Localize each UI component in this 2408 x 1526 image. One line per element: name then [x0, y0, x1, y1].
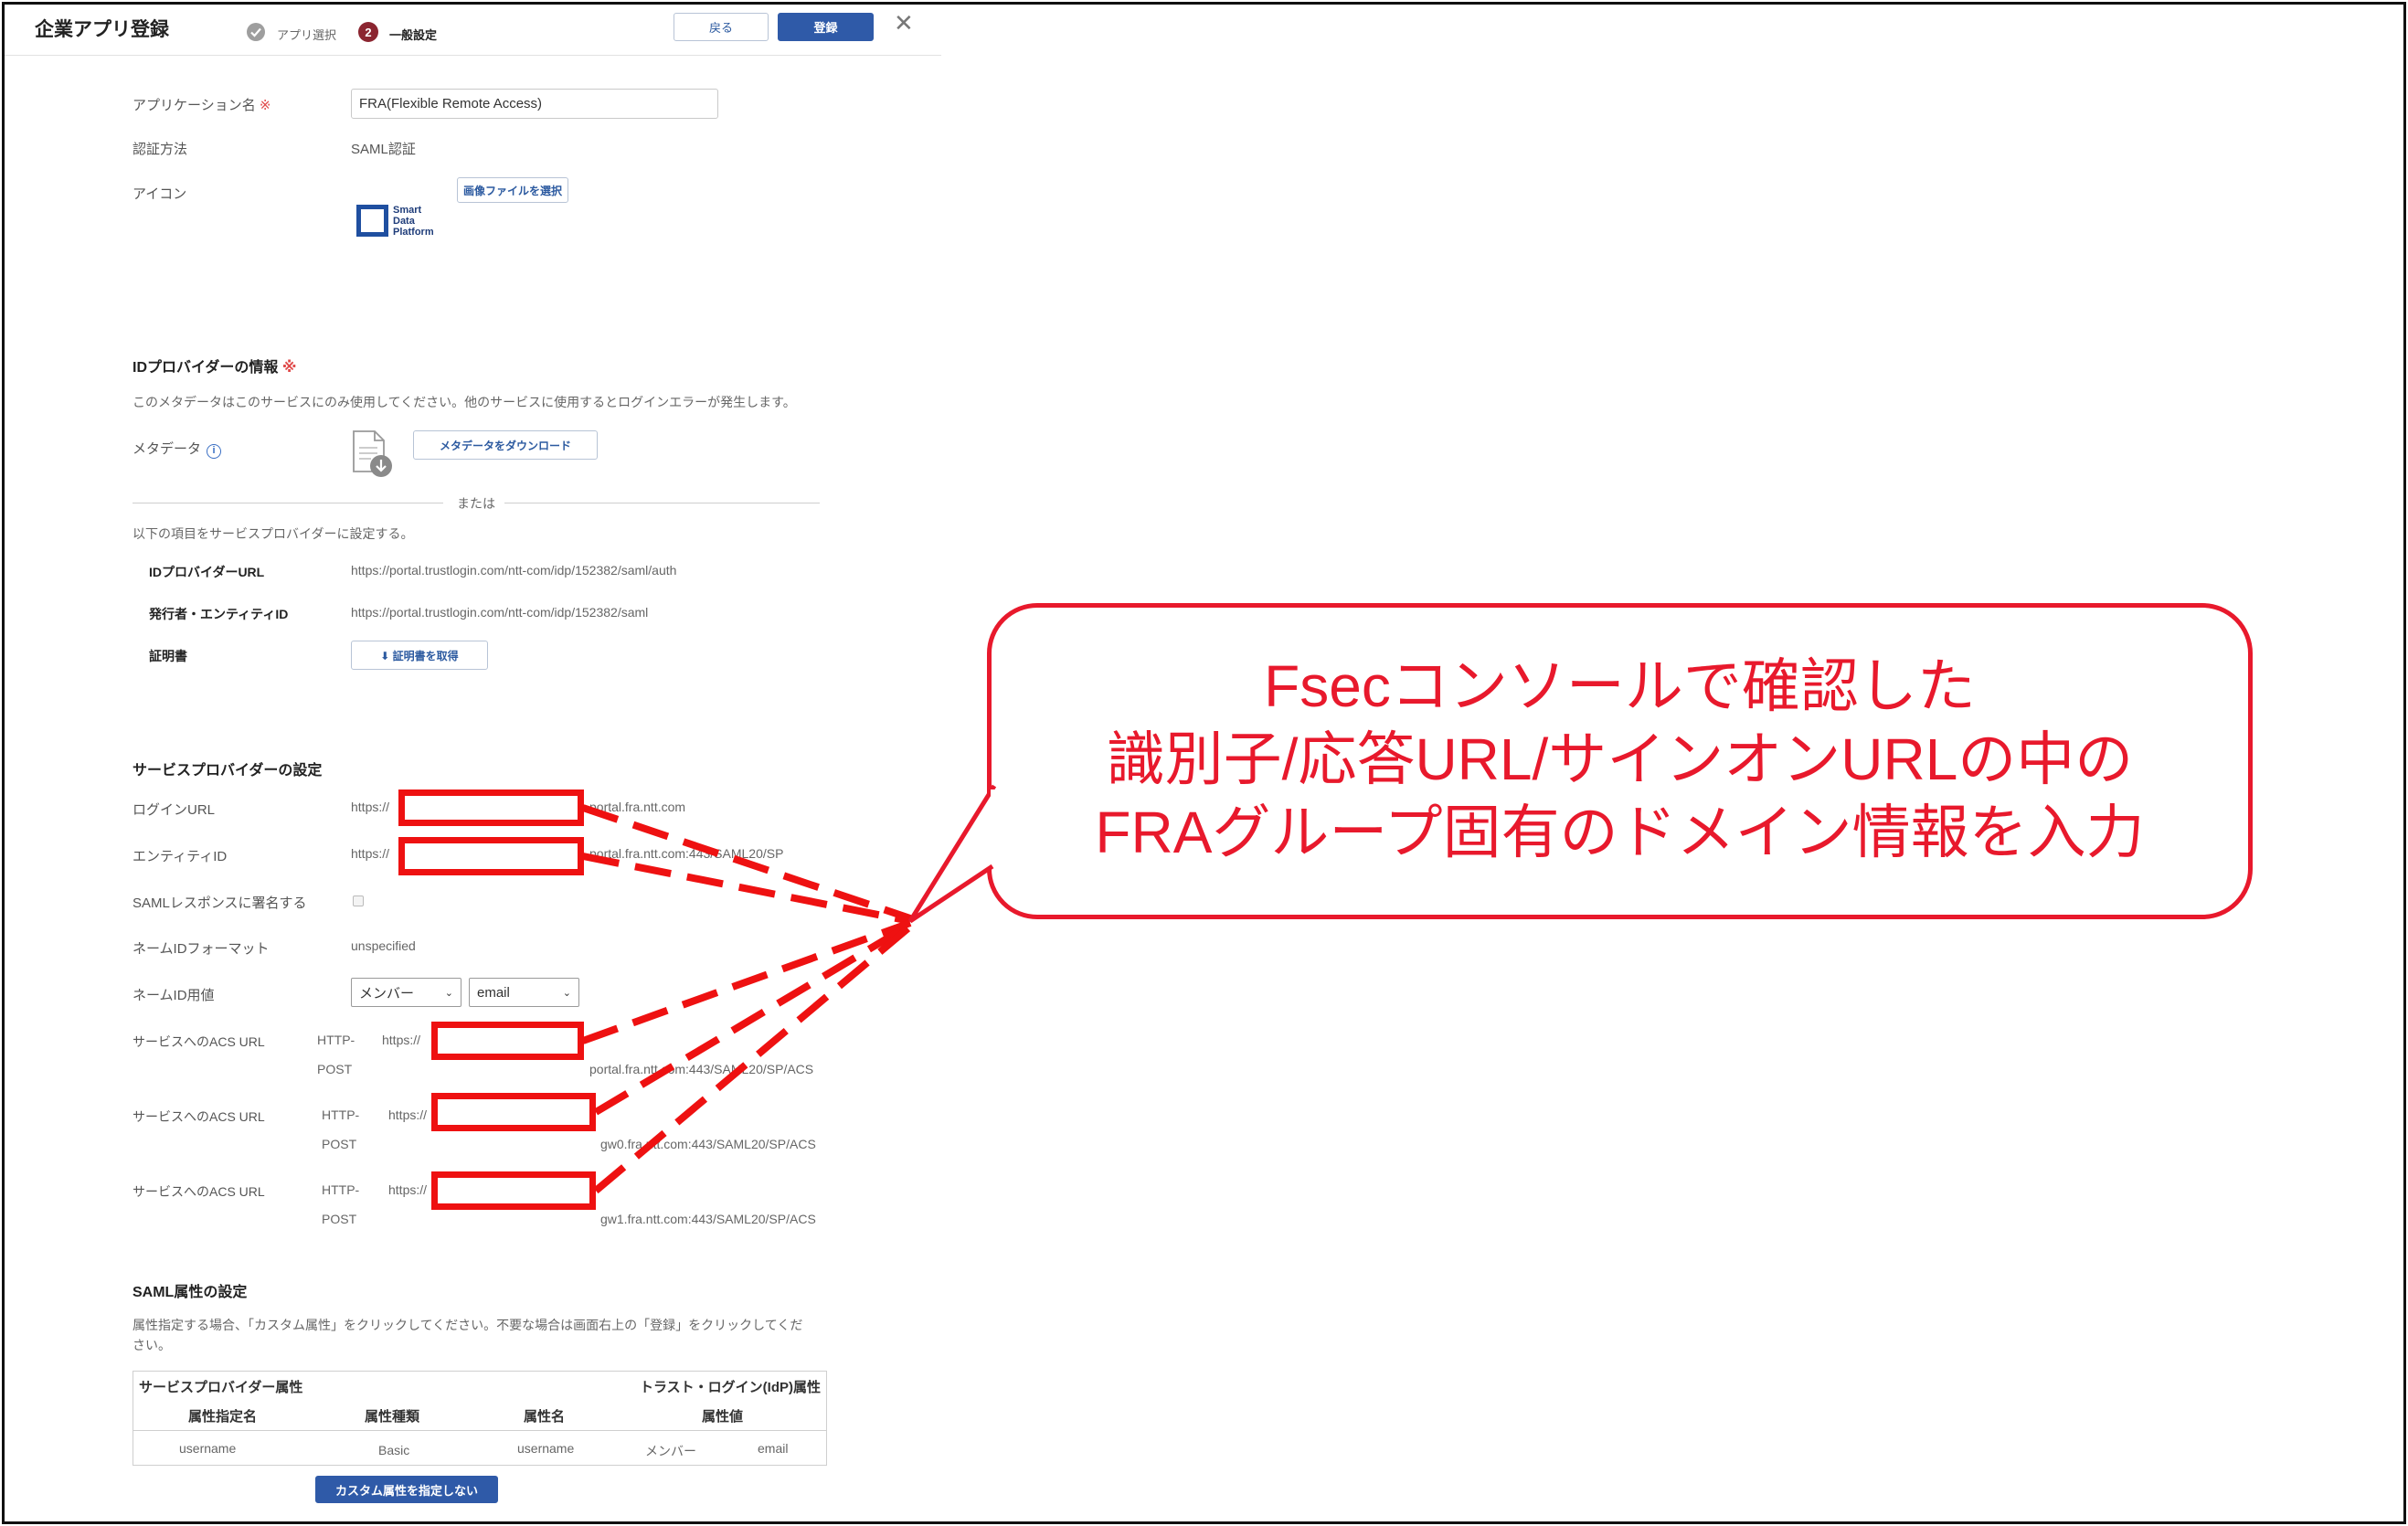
- callout-line-3: FRAグループ固有のドメイン情報を入力: [1095, 800, 2145, 865]
- callout-tail: [907, 784, 1002, 924]
- callout-line-1: Fsecコンソールで確認した: [1264, 653, 1976, 719]
- arrow-login-url: [581, 804, 912, 922]
- annotation-callout: Fsecコンソールで確認した 識別子/応答URL/サインオンURLの中の FRA…: [987, 603, 2253, 919]
- arrow-acs-3: [593, 923, 913, 1194]
- callout-line-2: 識別子/応答URL/サインオンURLの中の: [1106, 726, 2134, 792]
